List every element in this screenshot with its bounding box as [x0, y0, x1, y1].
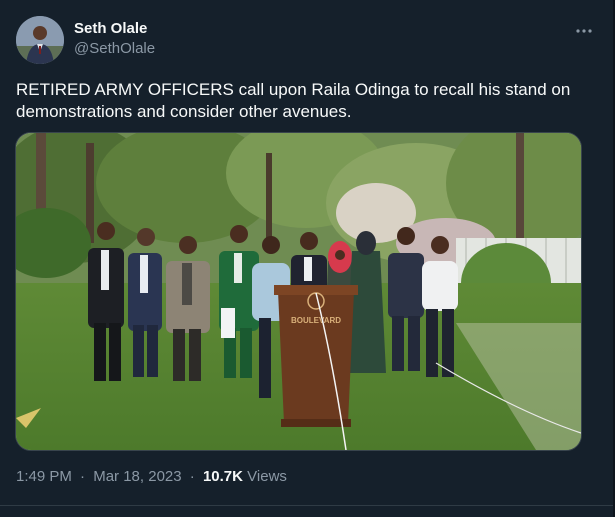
author-names: Seth Olale @SethOlale [74, 19, 155, 59]
separator: · [80, 468, 86, 485]
tweet-meta: 1:49 PM · Mar 18, 2023 · 10.7K Views [16, 467, 287, 487]
avatar-image [16, 16, 64, 64]
more-dots-icon [576, 29, 592, 33]
podium-text: BOULEVARD [291, 316, 341, 325]
podium: BOULEVARD [274, 285, 358, 427]
author-handle[interactable]: @SethOlale [74, 39, 155, 59]
tweet-text: RETIRED ARMY OFFICERS call upon Raila Od… [16, 80, 571, 121]
author-display-name[interactable]: Seth Olale [74, 19, 155, 39]
tweet-photo[interactable]: BOULEVARD [15, 132, 582, 451]
tweet-date[interactable]: Mar 18, 2023 [93, 468, 181, 485]
views-label: Views [247, 468, 287, 485]
tweet-time[interactable]: 1:49 PM [16, 468, 72, 485]
more-options-button[interactable] [569, 18, 599, 44]
press-conference-photo: BOULEVARD [16, 133, 581, 450]
tweet-header: Seth Olale @SethOlale [16, 14, 599, 66]
avatar[interactable] [16, 16, 64, 64]
divider [0, 505, 613, 506]
separator: · [189, 468, 195, 485]
views-count: 10.7K [202, 468, 243, 485]
